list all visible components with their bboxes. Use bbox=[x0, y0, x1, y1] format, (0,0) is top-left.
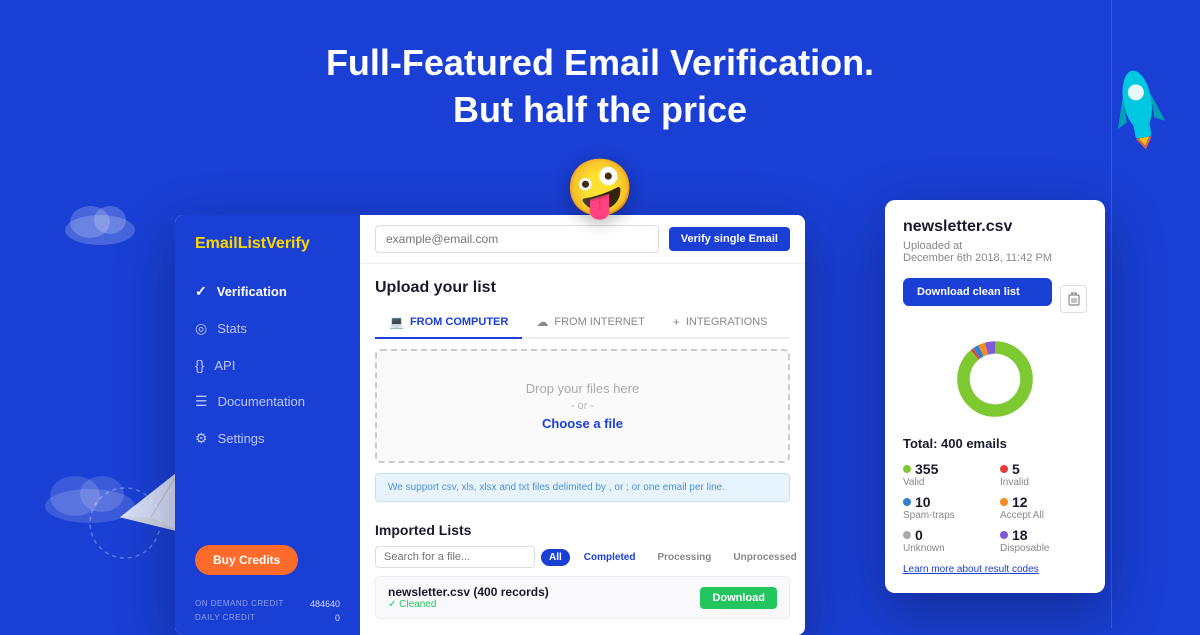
filter-processing[interactable]: Processing bbox=[649, 549, 719, 566]
sidebar: EmailListVerify ✓ Verification ◎ Stats {… bbox=[175, 215, 360, 635]
invalid-dot bbox=[1000, 465, 1008, 473]
filter-all[interactable]: All bbox=[541, 549, 570, 566]
upload-title: Upload your list bbox=[375, 279, 790, 297]
logo-accent: Verify bbox=[266, 235, 310, 252]
header: Full-Featured Email Verification. But ha… bbox=[0, 0, 1200, 134]
stats-icon: ◎ bbox=[195, 320, 207, 337]
donut-chart bbox=[903, 334, 1087, 424]
valid-dot bbox=[903, 465, 911, 473]
disposable-dot bbox=[1000, 531, 1008, 539]
tab-integrations-label: INTEGRATIONS bbox=[686, 316, 768, 328]
upload-section: Upload your list 💻 FROM COMPUTER ☁ FROM … bbox=[360, 264, 805, 512]
on-demand-label: ON DEMAND CREDIT bbox=[195, 599, 284, 609]
card-title: newsletter.csv bbox=[903, 218, 1087, 236]
emoji-decoration: 🤪 bbox=[565, 155, 635, 221]
verify-email-button[interactable]: Verify single Email bbox=[669, 227, 790, 251]
list-search-input[interactable] bbox=[375, 546, 535, 568]
sidebar-label-verification: Verification bbox=[217, 284, 287, 299]
topbar: Verify single Email bbox=[360, 215, 805, 264]
imported-lists-section: Imported Lists All Completed Processing … bbox=[360, 512, 805, 629]
list-toolbar: All Completed Processing Unprocessed bbox=[375, 546, 790, 568]
card-actions: Download clean list bbox=[903, 278, 1087, 320]
daily-value: 0 bbox=[335, 613, 340, 623]
results-card: newsletter.csv Uploaded atDecember 6th 2… bbox=[885, 200, 1105, 593]
filter-completed[interactable]: Completed bbox=[576, 549, 644, 566]
sidebar-label-settings: Settings bbox=[218, 431, 265, 446]
stat-valid: 355 Valid bbox=[903, 461, 990, 488]
sidebar-item-stats[interactable]: ◎ Stats bbox=[175, 310, 360, 347]
logo-main: EmailList bbox=[195, 235, 266, 252]
tab-from-computer[interactable]: 💻 FROM COMPUTER bbox=[375, 307, 522, 339]
tab-computer-label: FROM COMPUTER bbox=[410, 316, 508, 328]
sidebar-label-stats: Stats bbox=[217, 321, 247, 336]
list-item-info: newsletter.csv (400 records) ✓ Cleaned bbox=[388, 585, 549, 610]
buy-credits-button[interactable]: Buy Credits bbox=[195, 545, 298, 575]
upload-tabs: 💻 FROM COMPUTER ☁ FROM INTERNET + INTEGR… bbox=[375, 307, 790, 339]
filter-unprocessed[interactable]: Unprocessed bbox=[725, 549, 804, 566]
learn-more-link[interactable]: Learn more about result codes bbox=[903, 564, 1087, 575]
list-item-name: newsletter.csv (400 records) bbox=[388, 585, 549, 599]
sidebar-item-documentation[interactable]: ☰ Documentation bbox=[175, 383, 360, 420]
card-subtitle: Uploaded atDecember 6th 2018, 11:42 PM bbox=[903, 240, 1087, 264]
list-item-badge: ✓ Cleaned bbox=[388, 599, 549, 610]
sidebar-label-api: API bbox=[214, 358, 235, 373]
main-content: Verify single Email Upload your list 💻 F… bbox=[360, 215, 805, 635]
spamtraps-dot bbox=[903, 498, 911, 506]
on-demand-value: 484640 bbox=[310, 599, 340, 609]
docs-icon: ☰ bbox=[195, 393, 208, 410]
heading-line2: But half the price bbox=[453, 89, 747, 130]
heading: Full-Featured Email Verification. But ha… bbox=[0, 40, 1200, 134]
or-text: - or - bbox=[397, 400, 768, 412]
stat-invalid: 5 Invalid bbox=[1000, 461, 1087, 488]
on-demand-credit-row: ON DEMAND CREDIT 484640 bbox=[185, 597, 350, 611]
sidebar-item-settings[interactable]: ⚙ Settings bbox=[175, 420, 360, 457]
choose-file-link[interactable]: Choose a file bbox=[397, 416, 768, 431]
api-icon: {} bbox=[195, 357, 204, 373]
heading-line1: Full-Featured Email Verification. bbox=[326, 42, 874, 83]
imported-lists-title: Imported Lists bbox=[375, 522, 790, 538]
credit-info: ON DEMAND CREDIT 484640 DAILY CREDIT 0 bbox=[175, 597, 360, 625]
list-item: newsletter.csv (400 records) ✓ Cleaned D… bbox=[375, 576, 790, 619]
app-mockup: EmailListVerify ✓ Verification ◎ Stats {… bbox=[175, 215, 805, 635]
sidebar-logo: EmailListVerify bbox=[175, 235, 360, 273]
support-text: We support csv, xls, xlsx and txt files … bbox=[375, 473, 790, 502]
email-input[interactable] bbox=[375, 225, 659, 253]
settings-icon: ⚙ bbox=[195, 430, 208, 447]
trash-icon bbox=[1068, 292, 1080, 306]
integrations-tab-icon: + bbox=[673, 315, 680, 329]
sidebar-item-api[interactable]: {} API bbox=[175, 347, 360, 383]
tab-integrations[interactable]: + INTEGRATIONS bbox=[659, 307, 782, 339]
drop-zone[interactable]: Drop your files here - or - Choose a fil… bbox=[375, 349, 790, 463]
download-clean-button[interactable]: Download clean list bbox=[903, 278, 1052, 306]
stat-disposable: 18 Disposable bbox=[1000, 527, 1087, 554]
stat-unknown: 0 Unknown bbox=[903, 527, 990, 554]
daily-label: DAILY CREDIT bbox=[195, 613, 255, 623]
sidebar-label-docs: Documentation bbox=[218, 394, 305, 409]
delete-button[interactable] bbox=[1060, 285, 1087, 313]
acceptall-dot bbox=[1000, 498, 1008, 506]
drop-text: Drop your files here bbox=[397, 381, 768, 396]
stat-acceptall: 12 Accept All bbox=[1000, 494, 1087, 521]
card-total: Total: 400 emails bbox=[903, 436, 1087, 451]
stats-grid: 355 Valid 5 Invalid 10 Spam-traps 12 Acc… bbox=[903, 461, 1087, 554]
check-icon: ✓ bbox=[388, 599, 399, 610]
unknown-dot bbox=[903, 531, 911, 539]
cloud-left bbox=[60, 200, 140, 250]
stat-spamtraps: 10 Spam-traps bbox=[903, 494, 990, 521]
download-list-button[interactable]: Download bbox=[700, 587, 777, 609]
tab-internet-label: FROM INTERNET bbox=[554, 316, 644, 328]
internet-tab-icon: ☁ bbox=[536, 315, 548, 329]
tab-from-internet[interactable]: ☁ FROM INTERNET bbox=[522, 307, 658, 339]
verification-icon: ✓ bbox=[195, 283, 207, 300]
sidebar-item-verification[interactable]: ✓ Verification bbox=[175, 273, 360, 310]
computer-tab-icon: 💻 bbox=[389, 315, 404, 329]
daily-credit-row: DAILY CREDIT 0 bbox=[185, 611, 350, 625]
